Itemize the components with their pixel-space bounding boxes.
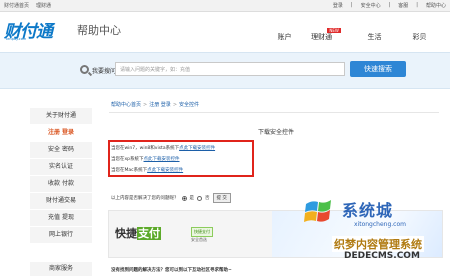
breadcrumb-current[interactable]: 安全控件 bbox=[179, 102, 199, 108]
banner-tag: 快捷支付 bbox=[191, 227, 213, 237]
sidebar-item-transactions[interactable]: 财付通交易 bbox=[30, 193, 92, 210]
help-center-page: 财付通首页 理财通 登录 | 安全中心 | 客服 | 帮助中心 财付通 tenp… bbox=[0, 0, 450, 276]
nav-item-caibei[interactable]: 彩贝 bbox=[397, 32, 442, 42]
breadcrumb-separator: > bbox=[172, 102, 178, 108]
sidebar-item-receive-pay[interactable]: 收款 付款 bbox=[30, 176, 92, 193]
windows-logo-icon bbox=[304, 200, 331, 222]
watermark-cms-text: 织梦内容管理系统 bbox=[332, 236, 424, 252]
breadcrumb-separator: > bbox=[143, 102, 148, 108]
download-line-win7: 当您在win7，win8和vista系统下点此下载安装控件 bbox=[111, 145, 215, 151]
watermark-dedecms: DEDECMS.COM bbox=[344, 251, 420, 261]
sidebar-item-realname[interactable]: 实名认证 bbox=[30, 159, 92, 176]
topbar-link-home[interactable]: 财付通首页 bbox=[4, 2, 29, 9]
article-title: 下载安全控件 bbox=[258, 129, 295, 136]
search-input[interactable]: 请输入问题的关键字，如：充值 bbox=[115, 62, 345, 76]
download-link-xp[interactable]: 点此下载安装控件 bbox=[144, 157, 180, 162]
download-line-text: 当您在win7，win8和vista系统下 bbox=[111, 146, 180, 151]
breadcrumb: 帮助中心首页 > 注册 登录 > 安全控件 bbox=[111, 101, 199, 108]
banner-title: 快捷支付 bbox=[115, 225, 161, 241]
watermark-brand: 系统城 bbox=[342, 201, 394, 220]
topbar-divider: | bbox=[416, 2, 418, 8]
sidebar-item-online-bank[interactable]: 网上银行 bbox=[30, 227, 92, 244]
topbar-login-link[interactable]: 登录 bbox=[333, 2, 343, 9]
topbar-divider: | bbox=[388, 2, 391, 8]
breadcrumb-register-login[interactable]: 注册 登录 bbox=[149, 102, 171, 108]
site-header: 财付通 tenpay.com 帮助中心 账户 理财通 NEW 生活 彩贝 bbox=[0, 12, 450, 48]
topbar-divider: | bbox=[350, 2, 353, 8]
download-line-text: 当您在xp系统下 bbox=[111, 157, 144, 162]
nav-item-life[interactable]: 生活 bbox=[352, 32, 397, 42]
sidebar-item-merchant[interactable]: 商家服务 bbox=[30, 262, 92, 276]
divider bbox=[109, 112, 439, 113]
download-line-mac: 当您在Mac系统下点此下载安装控件 bbox=[111, 167, 183, 173]
feedback-no-radio[interactable] bbox=[197, 195, 202, 201]
help-sidebar: 关于财付通 注册 登录 安全 密码 实名认证 收款 付款 财付通交易 充值 提现… bbox=[30, 108, 92, 244]
banner-title-part2: 支付 bbox=[137, 227, 161, 240]
nav-item-account[interactable]: 账户 bbox=[262, 32, 307, 42]
faq-heading: 没有找到问题的解决方法？您可以到以下互动社区寻求帮助~ bbox=[111, 268, 232, 273]
sidebar-item-recharge-withdraw[interactable]: 充值 提现 bbox=[30, 210, 92, 227]
nav-item-label: 理财通 bbox=[311, 33, 333, 41]
watermark-site: xitongcheng.com bbox=[354, 221, 406, 228]
sidebar-item-register-login[interactable]: 注册 登录 bbox=[30, 125, 92, 142]
download-link-mac[interactable]: 点此下载安装控件 bbox=[147, 168, 183, 173]
banner-title-part1: 快捷 bbox=[115, 227, 137, 240]
sidebar-item-about[interactable]: 关于财付通 bbox=[30, 108, 92, 125]
search-label: 我要搜问 bbox=[92, 68, 117, 75]
topbar-security-center-link[interactable]: 安全中心 bbox=[361, 2, 381, 9]
page-section-title: 帮助中心 bbox=[77, 24, 121, 37]
feedback-no-label: 否 bbox=[205, 196, 210, 201]
feedback-yes-radio[interactable] bbox=[181, 195, 187, 201]
help-search-bar: 我要搜问 请输入问题的关键字，如：充值 快速搜索 bbox=[0, 52, 450, 89]
topbar-help-center-link[interactable]: 帮助中心 bbox=[426, 2, 446, 9]
sidebar-item-security-password[interactable]: 安全 密码 bbox=[30, 142, 92, 159]
tenpay-logo[interactable]: 财付通 tenpay.com bbox=[4, 17, 72, 42]
new-badge: NEW bbox=[327, 28, 341, 33]
topbar-customer-service-link[interactable]: 客服 bbox=[398, 2, 408, 9]
search-icon bbox=[80, 65, 89, 74]
feedback-row: 以上内容是否解决了您的问题呢？ 是 否 提 交 bbox=[111, 193, 231, 203]
watermark-overlay: 系统城 xitongcheng.com 织梦内容管理系统 DEDECMS.COM bbox=[290, 193, 450, 276]
breadcrumb-home[interactable]: 帮助中心首页 bbox=[111, 102, 141, 108]
top-utility-bar: 财付通首页 理财通 登录 | 安全中心 | 客服 | 帮助中心 bbox=[0, 0, 450, 12]
feedback-yes-label: 是 bbox=[189, 196, 195, 201]
nav-item-licaitong[interactable]: 理财通 NEW bbox=[307, 28, 352, 42]
download-link-win7[interactable]: 点此下载安装控件 bbox=[179, 146, 215, 151]
feedback-submit-button[interactable]: 提 交 bbox=[212, 193, 231, 203]
feedback-question: 以上内容是否解决了您的问题呢？ bbox=[111, 196, 179, 201]
quick-search-button[interactable]: 快速搜索 bbox=[350, 61, 406, 77]
download-line-xp: 当您在xp系统下点此下载安装控件 bbox=[111, 156, 180, 162]
main-nav: 账户 理财通 NEW 生活 彩贝 bbox=[262, 28, 442, 42]
logo-subtext: tenpay.com bbox=[6, 37, 27, 41]
download-line-text: 当您在Mac系统下 bbox=[111, 168, 148, 173]
topbar-link-licaitong[interactable]: 理财通 bbox=[36, 2, 51, 9]
banner-subtitle: 安全首选 bbox=[191, 237, 207, 242]
